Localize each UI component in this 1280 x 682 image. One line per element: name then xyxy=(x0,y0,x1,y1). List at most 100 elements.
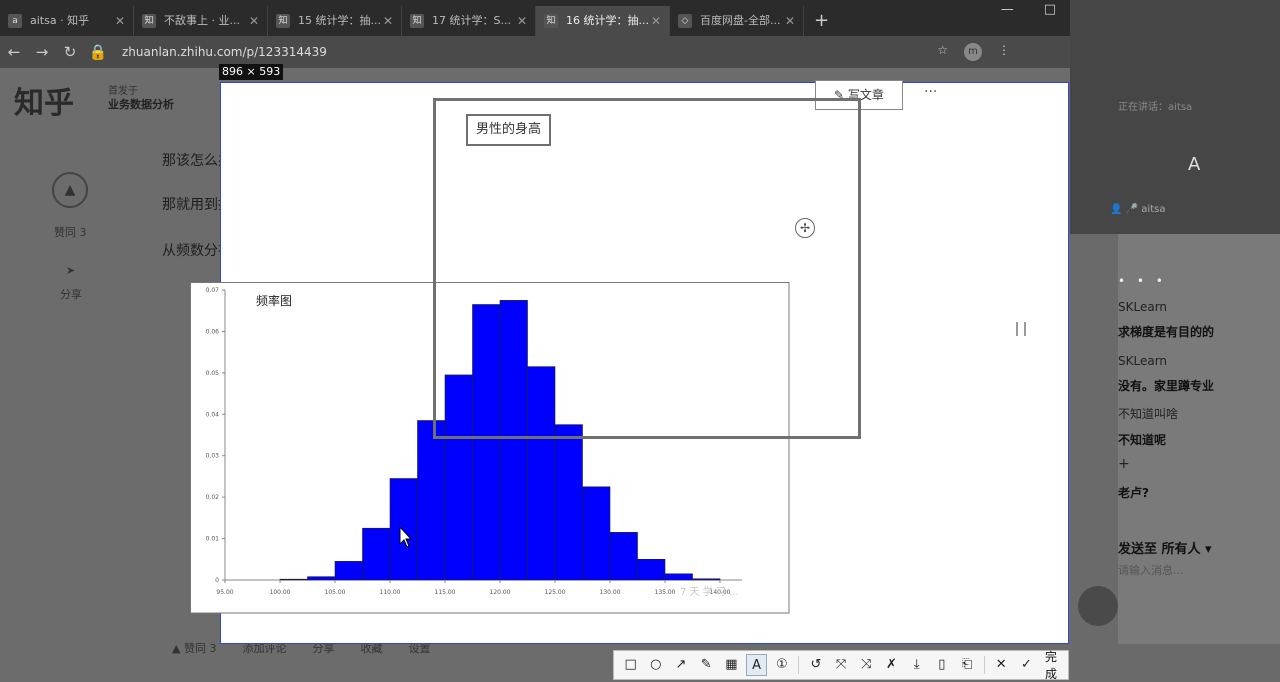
x-tick-label: 130.00 xyxy=(600,589,621,596)
chat-input[interactable]: 请输入消息... xyxy=(1118,562,1184,578)
ocr-icon[interactable]: ⤨ xyxy=(856,654,877,676)
done-button[interactable]: 完成 xyxy=(1045,648,1068,682)
x-tick-label: 110.00 xyxy=(380,589,401,596)
chat-message: + xyxy=(1118,456,1130,472)
histogram-bar xyxy=(637,558,666,581)
histogram-bar xyxy=(554,424,583,581)
chat-message: 不知道呢 xyxy=(1118,433,1167,447)
video-area xyxy=(1070,0,1280,234)
screenshot-toolbar: □ ○ ↗ ✎ ▦ A ① ↺ ⤧ ⤨ ✗ ⤓ ▯ ⎗ ✕ ✓ 完成 xyxy=(613,648,1069,682)
x-tick-label: 125.00 xyxy=(545,589,566,596)
tab-close-icon[interactable]: ✕ xyxy=(383,6,393,36)
url-field[interactable]: zhuanlan.zhihu.com/p/123314439 xyxy=(122,45,327,59)
column-name[interactable]: 业务数据分析 xyxy=(108,96,174,112)
more-icon[interactable]: ··· xyxy=(924,84,937,100)
x-tick-label: 120.00 xyxy=(490,589,511,596)
toolbar-divider xyxy=(798,656,800,674)
mic-user: aitsa xyxy=(1141,204,1166,215)
tab-title: 16 统计学：抽... xyxy=(566,14,649,27)
share-icon[interactable]: ➤ xyxy=(66,264,75,277)
browser-tab[interactable]: ◇ 百度网盘-全部... ✕ xyxy=(670,6,804,36)
tab-title: 17 统计学：S... xyxy=(432,14,511,27)
toolbar-divider xyxy=(983,656,985,674)
x-tick-label: 135.00 xyxy=(655,589,676,596)
browser-tab[interactable]: 知 15 统计学：抽... ✕ xyxy=(268,6,402,36)
rectangle-tool-icon[interactable]: □ xyxy=(620,654,641,676)
tab-favicon-icon: a xyxy=(8,14,22,28)
browser-tab-active[interactable]: 知 16 统计学：抽... ✕ xyxy=(536,6,670,36)
translate-icon[interactable]: ✗ xyxy=(881,654,902,676)
text-tool-icon[interactable]: A xyxy=(745,654,768,676)
y-tick-label: 0.05 xyxy=(206,370,220,377)
browser-tab[interactable]: 知 17 统计学：S... ✕ xyxy=(402,6,536,36)
new-tab-button[interactable]: + xyxy=(804,6,839,36)
reload-icon[interactable]: ↻ xyxy=(56,43,84,61)
chat-sender: SKLearn xyxy=(1118,300,1168,314)
number-tool-icon[interactable]: ① xyxy=(771,654,792,676)
resize-handle-icon[interactable] xyxy=(1016,322,1026,336)
undo-icon[interactable]: ↺ xyxy=(805,654,826,676)
histogram-bar xyxy=(279,578,308,581)
histogram-bar xyxy=(334,561,363,581)
arrow-tool-icon[interactable]: ↗ xyxy=(670,654,691,676)
tab-title: 15 统计学：抽... xyxy=(298,14,381,27)
mosaic-tool-icon[interactable]: ▦ xyxy=(721,654,742,676)
phone-icon[interactable]: ▯ xyxy=(931,654,952,676)
confirm-check-icon[interactable]: ✓ xyxy=(1016,654,1037,676)
screen: a aitsa · 知乎 ✕ 知不敌事上 · 业... ✕ 知 15 统计学：抽... ✕… xyxy=(0,0,1280,682)
zhihu-logo[interactable]: 知乎 xyxy=(14,78,74,122)
chart-title: 频率图 xyxy=(256,293,292,308)
forward-icon[interactable]: → xyxy=(28,43,56,61)
chat-message: 不知道叫啥 xyxy=(1118,407,1179,421)
chat-more-dots[interactable]: • • • xyxy=(1118,274,1167,288)
upvote-button[interactable]: ▲ 赞同 3 xyxy=(172,640,216,656)
tab-close-icon[interactable]: ✕ xyxy=(517,6,527,36)
bookmark-icon[interactable]: ⎗ xyxy=(956,654,977,676)
crosshair-cursor-icon: ✢ xyxy=(795,218,815,238)
pen-tool-icon[interactable]: ✎ xyxy=(696,654,717,676)
selection-size-label: 896 × 593 xyxy=(219,64,284,80)
address-bar-actions: ☆ m ⋮ xyxy=(937,43,1010,61)
browser-tab[interactable]: a aitsa · 知乎 ✕ xyxy=(0,6,134,36)
person-icon: 👤 xyxy=(1110,204,1123,215)
ellipse-tool-icon[interactable]: ○ xyxy=(645,654,666,676)
profile-avatar[interactable]: m xyxy=(964,43,982,61)
cancel-icon[interactable]: ✕ xyxy=(991,654,1012,676)
y-tick-label: 0.04 xyxy=(206,411,220,418)
upvote-icon[interactable]: ▲ xyxy=(52,172,88,208)
meeting-panel: 正在讲话：aitsa A 👤 🎤 aitsa • • • SKLearn 求梯度… xyxy=(1070,0,1280,682)
mic-status: 👤 🎤 aitsa xyxy=(1110,204,1165,215)
tab-title: aitsa · 知乎 xyxy=(30,14,90,27)
histogram-bar xyxy=(692,578,721,581)
tab-favicon-icon: 知 xyxy=(142,14,156,28)
histogram-bar xyxy=(582,486,611,581)
send-to-selector[interactable]: 发送至 所有人 ▾ xyxy=(1118,538,1212,557)
browser-tab[interactable]: 知不敌事上 · 业... ✕ xyxy=(134,6,268,36)
tab-close-icon[interactable]: ✕ xyxy=(249,6,259,36)
tab-close-icon[interactable]: ✕ xyxy=(651,6,661,36)
annotation-rectangle[interactable] xyxy=(433,98,861,439)
x-tick-label: 95.00 xyxy=(216,589,233,596)
participant-avatar: A xyxy=(1188,154,1201,175)
chat-message: 求梯度是有目的的 xyxy=(1118,325,1215,339)
histogram-bar xyxy=(389,478,418,581)
annotation-text-box[interactable]: 男性的身高 xyxy=(466,114,551,146)
tab-close-icon[interactable]: ✕ xyxy=(785,6,795,36)
y-tick-label: 0.07 xyxy=(206,287,220,294)
upvote-count: 赞同 3 xyxy=(54,226,87,239)
minimize-icon[interactable]: — xyxy=(1001,0,1014,20)
maximize-icon[interactable]: □ xyxy=(1044,0,1056,20)
share-label[interactable]: 分享 xyxy=(60,286,82,302)
speaking-indicator: 正在讲话：aitsa xyxy=(1118,102,1193,113)
bookmark-star-icon[interactable]: ☆ xyxy=(937,43,948,61)
pin-icon[interactable]: ⤧ xyxy=(831,654,852,676)
tab-title: 百度网盘-全部... xyxy=(700,14,781,27)
tab-close-icon[interactable]: ✕ xyxy=(115,6,125,36)
lock-icon: 🔒 xyxy=(88,43,108,61)
floating-avatar[interactable] xyxy=(1078,586,1118,626)
menu-dots-icon[interactable]: ⋮ xyxy=(998,43,1010,61)
tab-favicon-icon: 知 xyxy=(544,14,558,28)
download-icon[interactable]: ⤓ xyxy=(906,654,927,676)
back-icon[interactable]: ← xyxy=(0,43,28,61)
tab-favicon-icon: 知 xyxy=(276,14,290,28)
